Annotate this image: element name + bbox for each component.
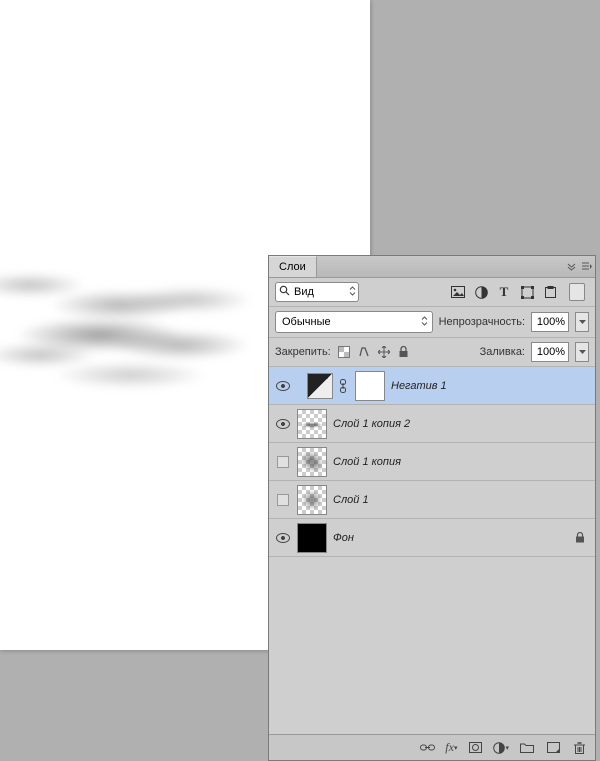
collapse-icon[interactable] <box>563 256 579 277</box>
eye-icon <box>276 419 290 429</box>
tab-spacer <box>317 256 563 277</box>
visibility-toggle[interactable] <box>275 530 291 546</box>
fill-flyout-button[interactable] <box>575 342 589 362</box>
layer-filter-type[interactable]: Вид <box>275 282 359 302</box>
lock-label: Закрепить: <box>275 346 331 358</box>
layer-row[interactable]: Слой 1 копия <box>269 443 595 481</box>
mask-link-icon[interactable] <box>339 379 349 393</box>
panel-tab-bar: Слои <box>269 256 595 278</box>
new-adjustment-button[interactable]: ▾ <box>493 740 509 756</box>
delete-layer-button[interactable] <box>571 740 587 756</box>
canvas-smoke-artwork <box>0 245 270 415</box>
filter-icons-group: T <box>365 283 589 301</box>
lock-pixels-icon[interactable] <box>357 345 371 359</box>
filter-toggle-switch[interactable] <box>569 283 585 301</box>
layer-row[interactable]: Негатив 1 <box>269 367 595 405</box>
layer-thumbnail[interactable] <box>297 485 327 515</box>
layers-panel: Слои Вид T <box>268 255 596 761</box>
hidden-icon <box>277 494 289 506</box>
mask-thumbnail[interactable] <box>355 371 385 401</box>
blend-mode-wrap: Обычные <box>275 311 433 333</box>
smart-filter-icon[interactable] <box>543 285 557 299</box>
lock-icons-group <box>337 345 474 359</box>
layer-name[interactable]: Слой 1 <box>333 494 589 506</box>
fill-label: Заливка: <box>480 346 525 358</box>
type-filter-icon[interactable]: T <box>497 285 511 299</box>
eye-icon <box>276 381 290 391</box>
layer-row[interactable]: Фон <box>269 519 595 557</box>
visibility-toggle[interactable] <box>275 454 291 470</box>
eye-icon <box>276 533 290 543</box>
filter-type-select[interactable]: Вид <box>275 282 359 302</box>
layer-name[interactable]: Фон <box>333 532 569 544</box>
opacity-label: Непрозрачность: <box>439 316 525 328</box>
layer-name[interactable]: Негатив 1 <box>391 380 589 392</box>
visibility-toggle[interactable] <box>275 492 291 508</box>
lock-row: Закрепить: Заливка: <box>269 338 595 367</box>
panel-footer: fx▾ ▾ <box>269 734 595 760</box>
adjustment-filter-icon[interactable] <box>474 285 488 299</box>
lock-all-icon[interactable] <box>397 345 411 359</box>
fill-input[interactable] <box>531 342 569 362</box>
layer-thumbnail[interactable] <box>297 447 327 477</box>
opacity-input[interactable] <box>531 312 569 332</box>
shape-filter-icon[interactable] <box>520 285 534 299</box>
pixel-filter-icon[interactable] <box>451 285 465 299</box>
layers-list: Негатив 1 Слой 1 копия 2 Слой 1 копия Сл… <box>269 367 595 734</box>
tab-layers[interactable]: Слои <box>269 256 317 277</box>
adjustment-thumbnail-icon <box>307 373 333 399</box>
layer-thumbnail[interactable] <box>297 409 327 439</box>
new-group-button[interactable] <box>519 740 535 756</box>
lock-icon <box>575 532 589 543</box>
filter-row: Вид T <box>269 278 595 307</box>
new-layer-button[interactable] <box>545 740 561 756</box>
tab-label: Слои <box>279 261 306 273</box>
layer-name[interactable]: Слой 1 копия 2 <box>333 418 589 430</box>
visibility-toggle[interactable] <box>275 416 291 432</box>
layer-row[interactable]: Слой 1 <box>269 481 595 519</box>
lock-transparency-icon[interactable] <box>337 345 351 359</box>
layer-style-button[interactable]: fx▾ <box>445 740 457 756</box>
layer-row[interactable]: Слой 1 копия 2 <box>269 405 595 443</box>
panel-menu-icon[interactable] <box>579 256 595 277</box>
add-mask-button[interactable] <box>467 740 483 756</box>
blend-mode-select[interactable]: Обычные <box>275 311 433 333</box>
visibility-toggle[interactable] <box>275 378 291 394</box>
layer-thumbnail[interactable] <box>297 523 327 553</box>
opacity-flyout-button[interactable] <box>575 312 589 332</box>
layer-name[interactable]: Слой 1 копия <box>333 456 589 468</box>
link-layers-button[interactable] <box>419 740 435 756</box>
hidden-icon <box>277 456 289 468</box>
lock-position-icon[interactable] <box>377 345 391 359</box>
blend-row: Обычные Непрозрачность: <box>269 307 595 338</box>
